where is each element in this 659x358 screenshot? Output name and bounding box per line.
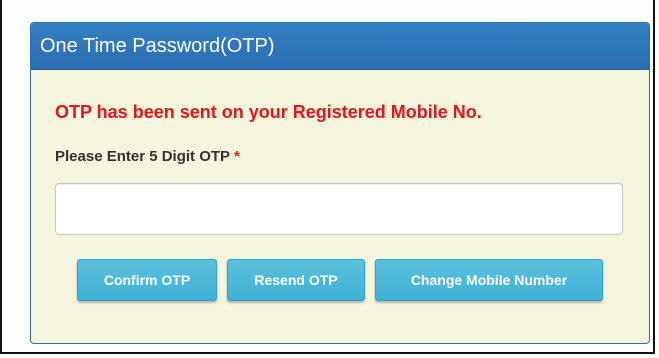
required-mark: * <box>233 148 240 165</box>
page-frame: One Time Password(OTP) OTP has been sent… <box>0 0 655 354</box>
panel-title: One Time Password(OTP) <box>31 23 649 70</box>
otp-input[interactable] <box>55 183 623 235</box>
otp-label-text: Please Enter 5 Digit OTP <box>55 148 230 165</box>
otp-panel: One Time Password(OTP) OTP has been sent… <box>30 22 650 344</box>
otp-sent-message: OTP has been sent on your Registered Mob… <box>55 102 482 122</box>
resend-otp-button[interactable]: Resend OTP <box>227 259 365 301</box>
confirm-otp-button[interactable]: Confirm OTP <box>77 259 217 301</box>
otp-field-label: Please Enter 5 Digit OTP * <box>55 148 240 165</box>
change-mobile-number-button[interactable]: Change Mobile Number <box>375 259 603 301</box>
